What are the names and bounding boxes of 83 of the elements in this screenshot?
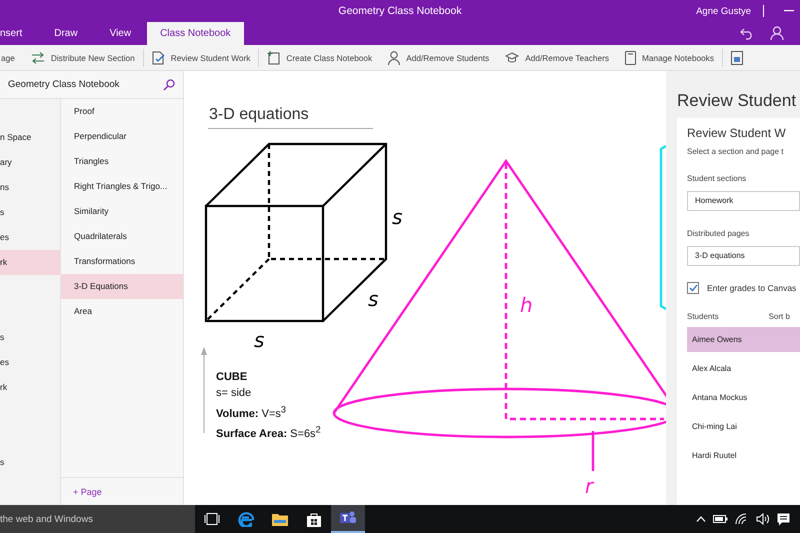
checkbox-label: Enter grades to Canvas (707, 283, 796, 293)
grades-icon (730, 50, 743, 64)
grades-checkbox[interactable] (687, 282, 699, 294)
shopping-bag-icon (307, 512, 321, 526)
wifi-icon[interactable] (735, 513, 749, 525)
note-text: Volume: V=s$^{3}$ (216, 403, 287, 422)
ribbon-button[interactable]: age (1, 46, 23, 68)
task-view-icon (204, 513, 220, 525)
notebook-name[interactable]: Geometry Class Notebook (8, 79, 120, 90)
page-item[interactable]: Similarity (61, 199, 183, 224)
taskbar-search-field[interactable]: the web and Windows (0, 505, 195, 533)
ribbon-tab[interactable]: View (94, 22, 148, 45)
section-item[interactable]: es (0, 350, 60, 375)
ribbon-button[interactable]: Create Class Notebook (259, 46, 380, 68)
note-text: s= side (216, 386, 252, 401)
search-icon[interactable] (163, 78, 175, 90)
student-item[interactable]: Antana Mockus (687, 385, 800, 410)
note-text: Surface Area: S=6s$^{2}$ (216, 424, 321, 442)
document-check-icon (152, 50, 165, 64)
undo-icon[interactable] (740, 28, 754, 40)
student-item[interactable]: Alex Alcala (687, 356, 800, 381)
section-item[interactable]: ary (0, 150, 60, 175)
sort-label[interactable]: Sort b (768, 312, 790, 321)
section-item[interactable]: ns (0, 175, 60, 200)
page-item[interactable]: 3-D Equations (61, 274, 183, 299)
page-item[interactable]: Triangles (61, 149, 183, 174)
page-dropdown[interactable]: 3-D equations (687, 246, 800, 266)
chevron-up-icon[interactable] (696, 516, 706, 522)
section-dropdown[interactable]: Homework (687, 191, 800, 211)
side-label: s (368, 287, 378, 311)
student-item[interactable]: Chi-ming Lai (687, 414, 800, 439)
instruction-text: Select a section and page t (687, 147, 785, 156)
section-item[interactable]: s (0, 325, 60, 350)
person-icon[interactable] (770, 26, 784, 40)
battery-icon[interactable] (713, 515, 728, 523)
height-label: h (520, 293, 533, 317)
side-label: s (392, 205, 402, 229)
e-letter-icon (238, 511, 254, 527)
section-item[interactable]: s (0, 450, 60, 475)
up-arrow-icon (201, 347, 207, 434)
radius-label: r (585, 474, 594, 498)
ribbon-button[interactable]: Manage Notebooks (617, 46, 722, 68)
column-label: Students (687, 312, 719, 321)
user-name[interactable]: Agne Gustye (696, 6, 751, 16)
section-item[interactable]: rk (0, 250, 60, 275)
note-text: CUBE (216, 370, 248, 385)
add-page-button[interactable]: + Page (67, 486, 108, 498)
page-item[interactable]: Transformations (61, 249, 183, 274)
ribbon-button[interactable]: Review Student Work (144, 46, 258, 68)
notification-icon[interactable] (777, 512, 790, 526)
ribbon-button[interactable]: Add/Remove Students (380, 46, 498, 68)
person-icon (388, 50, 400, 64)
page-item[interactable]: Quadrilaterals (61, 224, 183, 249)
card-title: Review Student W (687, 126, 787, 140)
arrows-icon (30, 52, 45, 64)
graduation-cap-icon (505, 52, 520, 63)
ribbon-tab[interactable]: Draw (38, 22, 94, 45)
page-item[interactable]: Right Triangles & Trigo... (61, 174, 183, 199)
section-item[interactable]: n Space (0, 125, 60, 150)
ribbon-tab[interactable]: nsert (0, 22, 38, 45)
student-item[interactable]: Aimee Owens (687, 327, 800, 352)
minimize-icon[interactable] (784, 10, 794, 12)
section-item[interactable]: es (0, 225, 60, 250)
field-label: Distributed pages (687, 229, 750, 238)
window-title: Geometry Class Notebook (338, 5, 462, 17)
page-item[interactable]: Proof (61, 99, 183, 124)
field-label: Student sections (687, 174, 748, 183)
people-app-icon (339, 510, 357, 526)
section-item[interactable]: rk (0, 375, 60, 400)
side-label: s (254, 328, 264, 352)
page-title[interactable]: 3-D equations (208, 106, 373, 129)
ribbon-tab[interactable]: Class Notebook (147, 22, 244, 45)
ribbon-button[interactable]: Distribute New Section (22, 46, 143, 68)
student-item[interactable]: Hardi Ruutel (687, 443, 800, 468)
notebook-icon (625, 50, 636, 64)
notebook-plus-icon (267, 50, 280, 64)
page-item[interactable]: Perpendicular (61, 124, 183, 149)
folder-icon (272, 512, 288, 526)
pane-heading: Review Student (677, 91, 798, 111)
speaker-icon[interactable] (756, 513, 770, 525)
page-item[interactable]: Area (61, 299, 183, 324)
ribbon-button[interactable]: Add/Remove Teachers (497, 46, 618, 68)
section-item[interactable]: s (0, 200, 60, 225)
